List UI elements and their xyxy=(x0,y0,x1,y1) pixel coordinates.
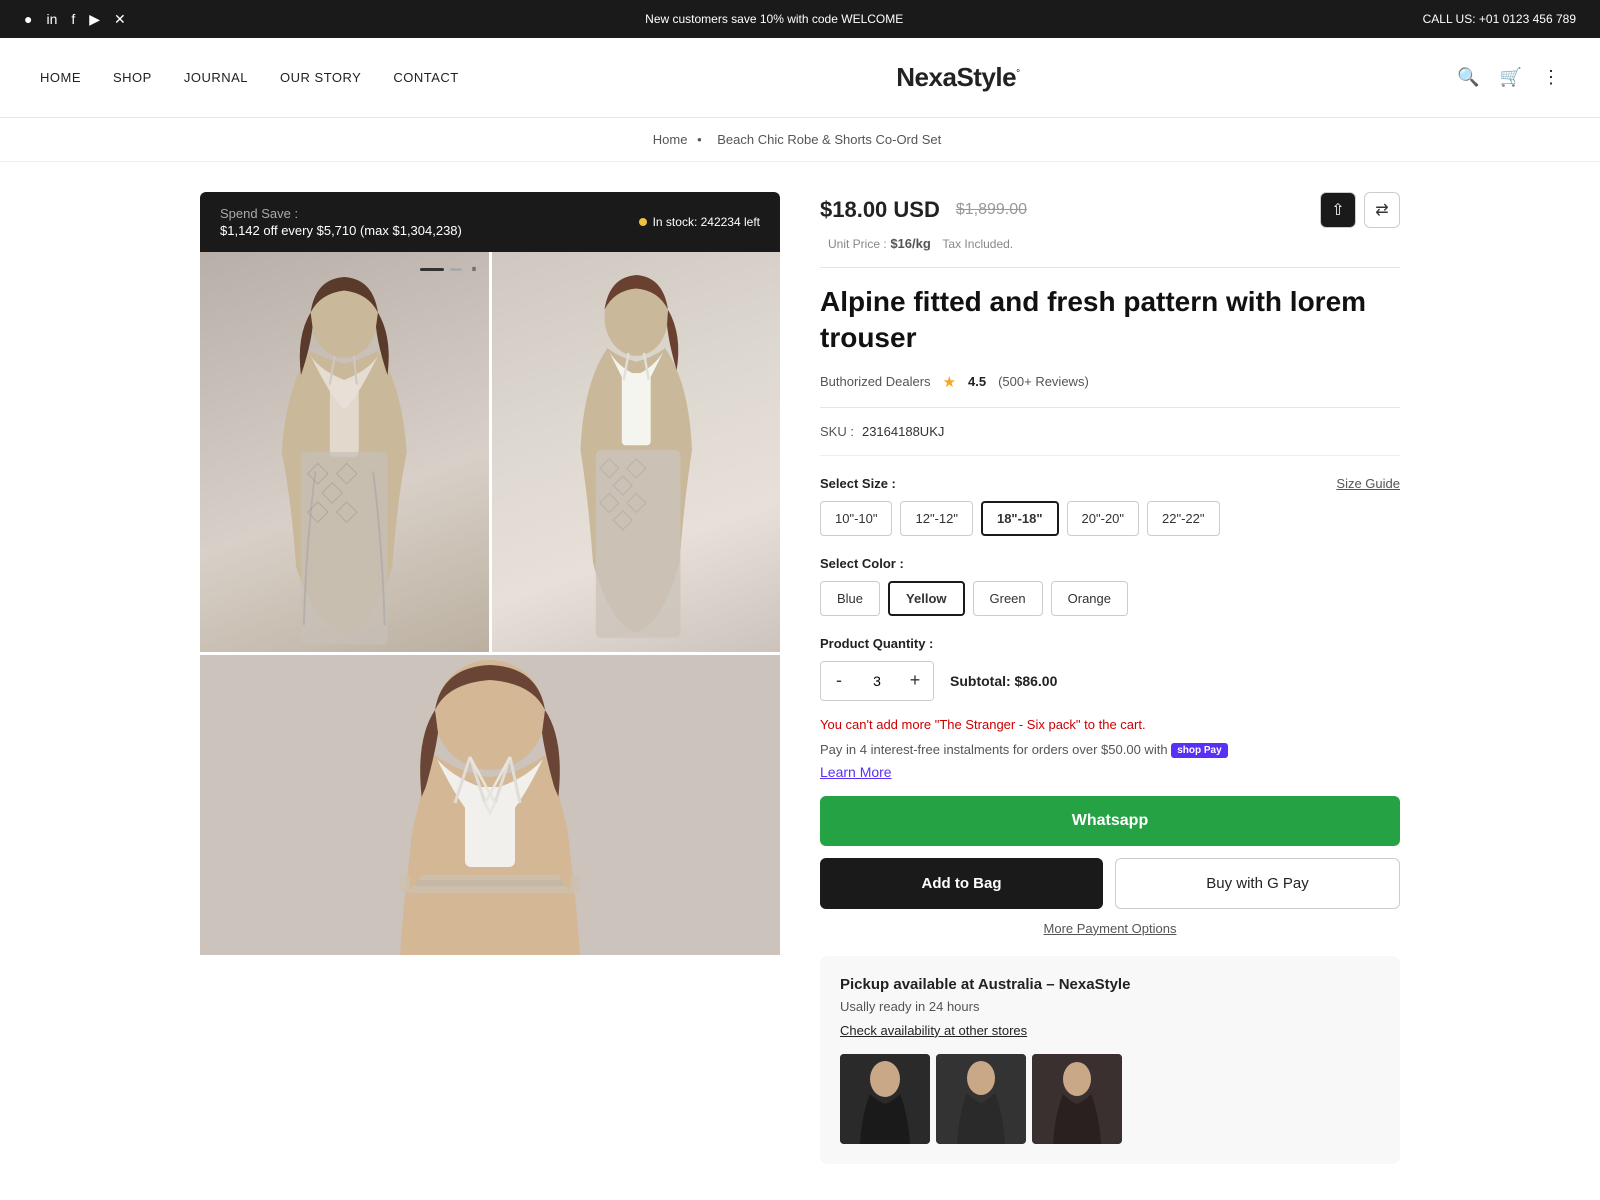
in-stock-badge: In stock: 242234 left xyxy=(639,215,760,229)
learn-more-link[interactable]: Learn More xyxy=(820,764,892,780)
site-logo[interactable]: NexaStyle° xyxy=(896,62,1019,93)
thumbnail-2[interactable] xyxy=(936,1054,1026,1144)
spend-save-detail: $1,142 off every $5,710 (max $1,304,238) xyxy=(220,223,462,238)
quantity-label: Product Quantity : xyxy=(820,636,1400,651)
product-info: $18.00 USD $1,899.00 ⇧ ⇄ Unit Price : $1… xyxy=(820,192,1400,1164)
slide-active-dot xyxy=(420,268,444,271)
slide-pause-icon[interactable]: ⏸ xyxy=(472,264,477,275)
original-price: $1,899.00 xyxy=(956,201,1027,219)
share-button[interactable]: ⇧ xyxy=(1320,192,1356,228)
slide-controls: ⏸ xyxy=(420,264,477,275)
phone-number: CALL US: +01 0123 456 789 xyxy=(1423,12,1576,26)
dealers-label: Buthorized Dealers xyxy=(820,374,931,389)
slide-dot-2 xyxy=(450,268,462,271)
x-twitter-icon[interactable]: ✕ xyxy=(114,11,126,28)
size-btn-1[interactable]: 12"-12" xyxy=(900,501,972,536)
shop-pay-badge: shop Pay xyxy=(1171,743,1227,758)
current-price: $18.00 USD xyxy=(820,197,940,223)
sku-row: SKU : 23164188UKJ xyxy=(820,424,1400,456)
rating-value: 4.5 xyxy=(968,374,986,389)
sku-value: 23164188UKJ xyxy=(862,424,944,439)
size-btn-3[interactable]: 20"-20" xyxy=(1067,501,1139,536)
product-images: Spend Save : $1,142 off every $5,710 (ma… xyxy=(200,192,780,1164)
instagram-icon[interactable]: ● xyxy=(24,11,32,27)
apps-icon[interactable]: ⋮ xyxy=(1542,67,1560,88)
thumbnail-1[interactable] xyxy=(840,1054,930,1144)
pickup-title: Pickup available at Australia – NexaStyl… xyxy=(840,976,1380,993)
product-image-3[interactable] xyxy=(200,655,780,955)
action-row: Add to Bag Buy with G Pay xyxy=(820,858,1400,909)
size-btn-4[interactable]: 22"-22" xyxy=(1147,501,1219,536)
quantity-row: - + Subtotal: $86.00 xyxy=(820,661,1400,701)
reviews-count: (500+ Reviews) xyxy=(998,374,1089,389)
breadcrumb-separator: • xyxy=(697,132,702,147)
pickup-box: Pickup available at Australia – NexaStyl… xyxy=(820,956,1400,1164)
size-select-label: Select Size : Size Guide xyxy=(820,476,1400,491)
social-icons: ● in f ▶ ✕ xyxy=(24,11,126,28)
more-payment-options-link[interactable]: More Payment Options xyxy=(820,921,1400,936)
divider-1 xyxy=(820,267,1400,268)
size-options: 10"-10" 12"-12" 18"-18" 20"-20" 22"-22" xyxy=(820,501,1400,536)
breadcrumb-home[interactable]: Home xyxy=(653,132,688,147)
check-availability-link[interactable]: Check availability at other stores xyxy=(840,1023,1027,1038)
star-icon: ★ xyxy=(943,373,956,391)
stock-label: In stock: 242234 left xyxy=(653,215,760,229)
price-actions: ⇧ ⇄ xyxy=(1320,192,1400,228)
thumbnail-row xyxy=(840,1054,1380,1144)
color-options: Blue Yellow Green Orange xyxy=(820,581,1400,616)
color-btn-blue[interactable]: Blue xyxy=(820,581,880,616)
product-image-2[interactable] xyxy=(492,252,781,652)
product-image-1[interactable]: ⏸ xyxy=(200,252,489,652)
breadcrumb: Home • Beach Chic Robe & Shorts Co-Ord S… xyxy=(0,118,1600,162)
color-btn-yellow[interactable]: Yellow xyxy=(888,581,964,616)
youtube-icon[interactable]: ▶ xyxy=(89,11,100,28)
divider-2 xyxy=(820,407,1400,408)
sku-label: SKU : xyxy=(820,424,854,439)
main-nav: HOME SHOP JOURNAL OUR STORY CONTACT Nexa… xyxy=(0,38,1600,118)
nav-actions: 🔍 🛒 ⋮ xyxy=(1457,67,1560,88)
image-grid: ⏸ xyxy=(200,252,780,955)
breadcrumb-current: Beach Chic Robe & Shorts Co-Ord Set xyxy=(717,132,941,147)
reviews-row: Buthorized Dealers ★ 4.5 (500+ Reviews) xyxy=(820,373,1400,391)
cart-error-message: You can't add more "The Stranger - Six p… xyxy=(820,717,1400,732)
nav-our-story[interactable]: OUR STORY xyxy=(280,70,361,85)
quantity-input[interactable] xyxy=(857,673,897,689)
unit-price: Unit Price : $16/kg Tax Included. xyxy=(820,236,1400,251)
facebook-icon[interactable]: f xyxy=(71,11,75,27)
whatsapp-button[interactable]: Whatsapp xyxy=(820,796,1400,846)
size-guide-link[interactable]: Size Guide xyxy=(1336,476,1400,491)
compare-button[interactable]: ⇄ xyxy=(1364,192,1400,228)
pickup-subtitle: Usally ready in 24 hours xyxy=(840,999,1380,1014)
buy-gpay-button[interactable]: Buy with G Pay xyxy=(1115,858,1400,909)
size-btn-2[interactable]: 18"-18" xyxy=(981,501,1059,536)
search-icon[interactable]: 🔍 xyxy=(1457,67,1479,88)
color-btn-orange[interactable]: Orange xyxy=(1051,581,1128,616)
color-btn-green[interactable]: Green xyxy=(973,581,1043,616)
quantity-decrease-button[interactable]: - xyxy=(821,662,857,700)
nav-contact[interactable]: CONTACT xyxy=(393,70,458,85)
add-to-bag-button[interactable]: Add to Bag xyxy=(820,858,1103,909)
linkedin-icon[interactable]: in xyxy=(46,11,57,27)
color-select-label: Select Color : xyxy=(820,556,1400,571)
nav-journal[interactable]: JOURNAL xyxy=(184,70,248,85)
thumbnail-3[interactable] xyxy=(1032,1054,1122,1144)
nav-shop[interactable]: SHOP xyxy=(113,70,152,85)
product-title: Alpine fitted and fresh pattern with lor… xyxy=(820,284,1400,357)
nav-home[interactable]: HOME xyxy=(40,70,81,85)
stock-dot xyxy=(639,218,647,226)
top-bar: ● in f ▶ ✕ New customers save 10% with c… xyxy=(0,0,1600,38)
promo-banner: New customers save 10% with code WELCOME xyxy=(126,12,1423,26)
shop-pay-row: Pay in 4 interest-free instalments for o… xyxy=(820,742,1400,758)
main-content: Spend Save : $1,142 off every $5,710 (ma… xyxy=(160,162,1440,1194)
nav-links: HOME SHOP JOURNAL OUR STORY CONTACT xyxy=(40,70,459,85)
spend-save-banner: Spend Save : $1,142 off every $5,710 (ma… xyxy=(200,192,780,252)
spend-save-label: Spend Save : xyxy=(220,206,462,221)
quantity-control: - + xyxy=(820,661,934,701)
quantity-increase-button[interactable]: + xyxy=(897,662,933,700)
size-btn-0[interactable]: 10"-10" xyxy=(820,501,892,536)
price-row: $18.00 USD $1,899.00 ⇧ ⇄ xyxy=(820,192,1400,228)
cart-icon[interactable]: 🛒 xyxy=(1500,67,1522,88)
subtotal: Subtotal: $86.00 xyxy=(950,673,1057,689)
